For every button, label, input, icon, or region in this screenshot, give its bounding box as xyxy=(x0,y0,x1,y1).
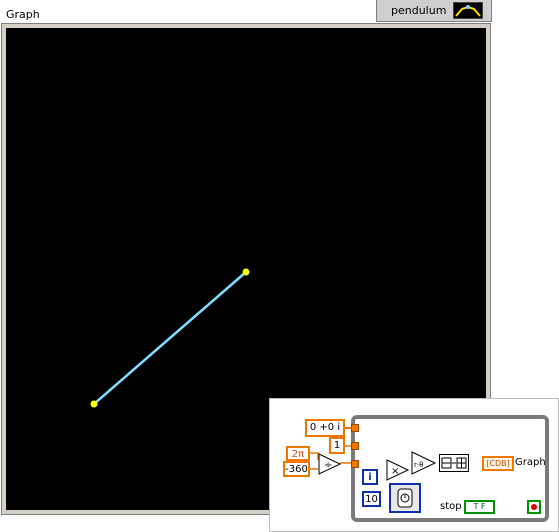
svg-text:r·θ: r·θ xyxy=(414,461,423,469)
one-constant[interactable]: 1 xyxy=(329,437,345,454)
two-pi-constant[interactable]: 2π xyxy=(286,446,310,461)
loop-condition-terminal[interactable] xyxy=(527,500,541,514)
divide-node[interactable]: ÷ xyxy=(318,453,342,475)
angle-tunnel xyxy=(351,460,359,468)
iteration-terminal: i xyxy=(362,469,378,485)
neg360-constant[interactable]: -360 xyxy=(283,461,310,477)
build-array-node[interactable] xyxy=(439,454,469,472)
graph-terminal-label: Graph xyxy=(515,457,546,468)
graph-terminal[interactable]: [CDB] xyxy=(482,456,514,471)
complex-shift-register xyxy=(351,424,359,432)
wait-ms-constant[interactable]: 10 xyxy=(362,491,381,507)
polar-to-complex-node[interactable]: r·θ xyxy=(411,451,437,475)
multiply-node[interactable]: × xyxy=(386,459,410,481)
stopwatch-icon xyxy=(397,488,413,508)
complex-constant[interactable]: 0 +0 i xyxy=(305,419,345,437)
wait-ms-node[interactable] xyxy=(389,483,421,513)
build-array-icon xyxy=(441,457,467,469)
stop-boolean-terminal[interactable]: T F xyxy=(464,500,495,514)
svg-text:×: × xyxy=(391,466,399,477)
svg-text:÷: ÷ xyxy=(324,460,332,471)
stop-label: stop xyxy=(440,501,462,512)
one-tunnel xyxy=(351,442,359,450)
